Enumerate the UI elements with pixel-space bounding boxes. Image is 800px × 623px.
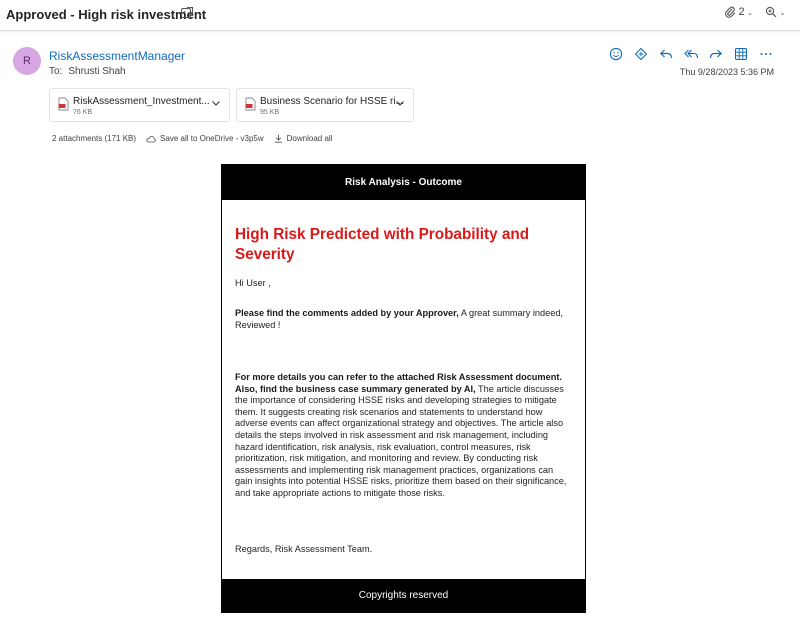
reply-icon — [659, 49, 673, 59]
message-actions — [608, 46, 774, 62]
paperclip-icon — [725, 6, 736, 18]
comment-lead: Please find the comments added by your A… — [235, 308, 459, 318]
attachments-summary-bar: 2 attachments (171 KB) Save all to OneDr… — [52, 134, 332, 143]
attachments-summary: 2 attachments (171 KB) — [52, 134, 137, 143]
download-all-label: Download all — [286, 134, 333, 143]
attachment-size: 95 KB — [260, 109, 280, 116]
attachment-name: RiskAssessment_Investment... — [73, 96, 210, 107]
reply-all-icon — [683, 49, 698, 59]
to-label: To: — [49, 66, 63, 77]
download-all-link[interactable]: Download all — [274, 134, 333, 143]
attachment-size: 76 KB — [73, 109, 93, 116]
cloud-icon — [146, 135, 156, 142]
more-icon — [760, 53, 772, 55]
timestamp: Thu 9/28/2023 5:36 PM — [679, 67, 774, 77]
chevron-down-icon[interactable] — [395, 98, 405, 108]
attachment-card[interactable]: Business Scenario for HSSE ri... 95 KB — [236, 88, 414, 122]
signoff: Regards, Risk Assessment Team. — [235, 544, 373, 554]
greeting: Hi User , — [235, 278, 271, 288]
forward-icon — [709, 49, 723, 59]
apps-icon — [734, 47, 748, 61]
sender-name[interactable]: RiskAssessmentManager — [49, 49, 185, 63]
recipient-name[interactable]: Shrusti Shah — [68, 66, 125, 77]
apps-button[interactable] — [733, 46, 749, 62]
pdf-file-icon — [245, 97, 256, 111]
more-options-button[interactable] — [758, 46, 774, 62]
email-content-frame: Risk Analysis - Outcome High Risk Predic… — [221, 164, 586, 613]
emoji-button[interactable] — [608, 46, 624, 62]
zoom-button[interactable]: ⌄ — [765, 6, 786, 18]
approver-comment: Please find the comments added by your A… — [235, 308, 571, 331]
reply-all-button[interactable] — [683, 46, 699, 62]
attachment-card[interactable]: RiskAssessment_Investment... 76 KB — [49, 88, 230, 122]
chevron-down-icon[interactable] — [211, 98, 221, 108]
attachment-count: 2 — [738, 6, 745, 18]
email-banner: Risk Analysis - Outcome — [222, 165, 585, 200]
save-all-onedrive-link[interactable]: Save all to OneDrive - v3p5w — [146, 134, 264, 143]
save-all-onedrive-label: Save all to OneDrive - v3p5w — [160, 134, 264, 143]
email-footer: Copyrights reserved — [222, 579, 585, 612]
details-text: The article discusses the importance of … — [235, 383, 567, 498]
immersive-reader-icon — [634, 47, 648, 61]
reply-button[interactable] — [658, 46, 674, 62]
details-paragraph: For more details you can refer to the at… — [235, 372, 571, 500]
category-button[interactable]: ⌄ — [180, 6, 204, 20]
chevron-down-icon: ⌄ — [746, 7, 754, 17]
download-icon — [274, 134, 282, 143]
immersive-reader-button[interactable] — [633, 46, 649, 62]
attachments-count-button[interactable]: 2 ⌄ — [724, 6, 753, 18]
chevron-down-icon: ⌄ — [197, 8, 204, 18]
chevron-down-icon: ⌄ — [779, 7, 786, 17]
avatar[interactable]: R — [13, 47, 41, 75]
pdf-file-icon — [58, 97, 69, 111]
email-subject: Approved - High risk investment — [6, 7, 207, 22]
emoji-icon — [609, 47, 623, 61]
forward-button[interactable] — [708, 46, 724, 62]
zoom-icon — [766, 6, 777, 18]
email-headline: High Risk Predicted with Probability and… — [235, 226, 530, 263]
attachment-name: Business Scenario for HSSE ri... — [260, 96, 404, 107]
tag-icon — [180, 6, 194, 19]
message-header-bar: Approved - High risk investment ⌄ 2 ⌄ ⌄ — [0, 0, 800, 31]
recipient-line: To: Shrusti Shah — [49, 66, 126, 77]
